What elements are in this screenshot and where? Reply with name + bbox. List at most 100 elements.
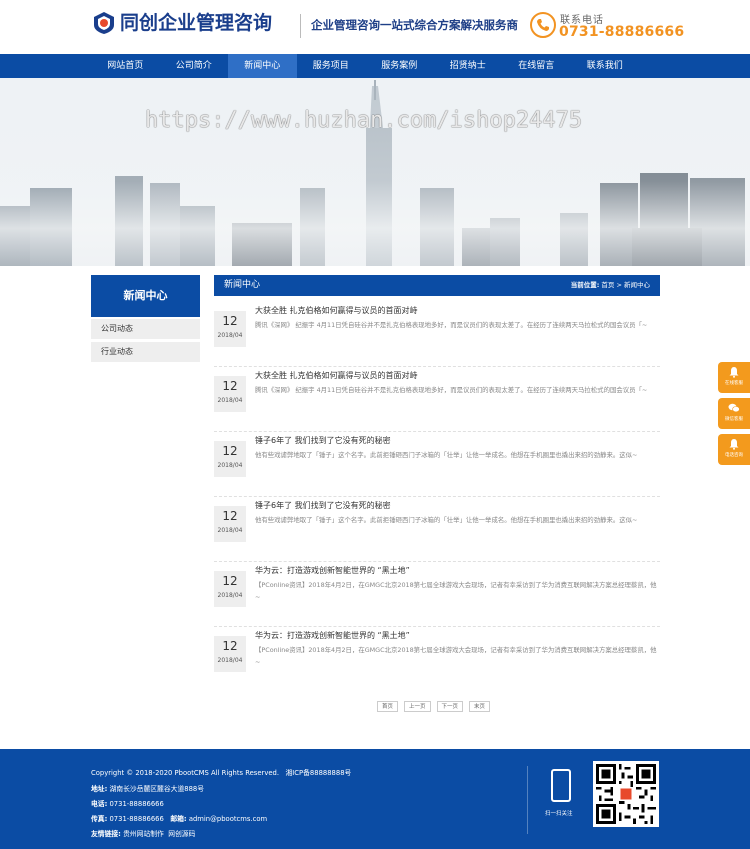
nav-item-home[interactable]: 网站首页 (91, 54, 160, 78)
news-summary: 腾讯《深网》 纪振宇 4月11日凭自硅谷并不是扎克伯格表现地多好，而是议员们的表… (255, 386, 648, 394)
footer-tel-line: 电话: 0731-88886666 (91, 798, 164, 808)
news-item[interactable]: 12 2018/04 华为云：打造游戏创新智能世界的 “黑土地” 【PConli… (214, 562, 660, 627)
content-header: 新闻中心 当前位置: 首页 > 新闻中心 (214, 275, 660, 296)
footer-tel: 0731-88886666 (109, 800, 164, 808)
footer-address-label: 地址: (91, 785, 108, 793)
news-title[interactable]: 华为云：打造游戏创新智能世界的 “黑土地” (255, 630, 410, 641)
news-date: 12 2018/04 (214, 441, 246, 477)
news-year-month: 2018/04 (217, 462, 243, 469)
breadcrumb-current[interactable]: 新闻中心 (624, 281, 650, 289)
breadcrumb: 当前位置: 首页 > 新闻中心 (571, 275, 650, 296)
news-year-month: 2018/04 (217, 527, 243, 534)
pager-last-button[interactable]: 末页 (469, 701, 491, 712)
wechat-icon (728, 403, 740, 413)
footer-links-label: 友情链接: (91, 830, 121, 838)
float-phone-button[interactable]: 电话咨询 (718, 434, 750, 465)
float-label: 在线客服 (725, 381, 743, 386)
news-day: 12 (222, 639, 238, 653)
footer-fax: 0731-88886666 (109, 815, 164, 823)
footer-divider (527, 766, 528, 834)
nav-item-news[interactable]: 新闻中心 (228, 54, 297, 78)
phone-number: 0731-88886666 (559, 24, 685, 40)
qr-code-icon (596, 764, 656, 824)
news-date: 12 2018/04 (214, 506, 246, 542)
sidebar-item-industry-news[interactable]: 行业动态 (91, 342, 200, 362)
nav-item-about[interactable]: 公司简介 (160, 54, 229, 78)
city-skyline-illustration (0, 78, 750, 266)
footer-links-line: 友情链接: 贵州网站制作 网创源码 (91, 828, 195, 838)
site-footer: Copyright © 2018-2020 PbootCMS All Right… (0, 749, 750, 849)
sidebar-item-company-news[interactable]: 公司动态 (91, 319, 200, 339)
news-summary: 【PConline资讯】2018年4月2日，在GMGC北京2018第七届全球游戏… (255, 581, 657, 601)
logo-mark-icon (92, 11, 116, 35)
footer-fax-line: 传真: 0731-88886666 邮箱: admin@pbootcms.com (91, 813, 267, 823)
banner-image: https://www.huzhan.com/ishop24475 (0, 78, 750, 266)
news-date: 12 2018/04 (214, 571, 246, 607)
footer-fax-label: 传真: (91, 815, 108, 823)
main-nav: 网站首页 公司简介 新闻中心 服务项目 服务案例 招贤纳士 在线留言 联系我们 (0, 54, 750, 78)
nav-item-services[interactable]: 服务项目 (297, 54, 366, 78)
news-day: 12 (222, 314, 238, 328)
pager-prev-button[interactable]: 上一页 (404, 701, 431, 712)
news-date: 12 2018/04 (214, 636, 246, 672)
footer-copyright: Copyright © 2018-2020 PbootCMS All Right… (91, 769, 279, 777)
site-logo[interactable]: 同创企业管理咨询 (92, 11, 272, 35)
pager-next-button[interactable]: 下一页 (436, 701, 464, 712)
float-label: 电话咨询 (725, 453, 743, 458)
float-online-service-button[interactable]: 在线客服 (718, 362, 750, 393)
news-item[interactable]: 12 2018/04 大获全胜 扎克伯格如何赢得与议员的首面对峙 腾讯《深网》 … (214, 302, 660, 367)
news-item[interactable]: 12 2018/04 大获全胜 扎克伯格如何赢得与议员的首面对峙 腾讯《深网》 … (214, 367, 660, 432)
footer-copyright-line: Copyright © 2018-2020 PbootCMS All Right… (91, 767, 351, 777)
breadcrumb-separator: > (616, 281, 622, 289)
logo-text: 同创企业管理咨询 (120, 12, 273, 34)
news-date: 12 2018/04 (214, 376, 246, 412)
nav-item-jobs[interactable]: 招贤纳士 (434, 54, 503, 78)
header-slogan: 企业管理咨询一站式综合方案解决服务商 (311, 18, 518, 32)
news-title[interactable]: 锤子6年了 我们找到了它没有死的秘密 (255, 435, 391, 446)
news-title[interactable]: 锤子6年了 我们找到了它没有死的秘密 (255, 500, 391, 511)
mobile-phone-icon (551, 769, 571, 802)
footer-email-label: 邮箱: (170, 815, 187, 823)
footer-address: 湖南长沙岳麓区麓谷大道888号 (109, 785, 205, 793)
pager-first-button[interactable]: 首页 (377, 701, 399, 712)
pagination: 首页 上一页 下一页 末页 (377, 701, 496, 712)
nav-item-message[interactable]: 在线留言 (502, 54, 571, 78)
footer-address-line: 地址: 湖南长沙岳麓区麓谷大道888号 (91, 783, 204, 793)
nav-item-contact[interactable]: 联系我们 (571, 54, 640, 78)
site-header: 同创企业管理咨询 企业管理咨询一站式综合方案解决服务商 联系电话 0731-88… (0, 0, 750, 54)
breadcrumb-home-link[interactable]: 首页 (601, 281, 614, 289)
footer-link[interactable]: 贵州网站制作 (123, 830, 164, 838)
float-label: 微信客服 (725, 417, 743, 422)
news-title[interactable]: 华为云：打造游戏创新智能世界的 “黑土地” (255, 565, 410, 576)
news-summary: 他有些戏谑弊地取了「锤子」这个名字。此前拒锤砸西门子冰箱的「壮举」让他一举成名。… (255, 451, 638, 459)
news-year-month: 2018/04 (217, 657, 243, 664)
phone-icon (729, 439, 739, 450)
footer-scan-label: 扫一扫关注 (545, 811, 573, 817)
news-item[interactable]: 12 2018/04 华为云：打造游戏创新智能世界的 “黑土地” 【PConli… (214, 627, 660, 692)
qr-code (593, 761, 659, 827)
footer-link[interactable]: 网创源码 (168, 830, 195, 838)
banner-watermark: https://www.huzhan.com/ishop24475 (145, 108, 583, 133)
news-summary: 【PConline资讯】2018年4月2日，在GMGC北京2018第七届全球游戏… (255, 646, 657, 666)
news-title[interactable]: 大获全胜 扎克伯格如何赢得与议员的首面对峙 (255, 305, 418, 316)
news-item[interactable]: 12 2018/04 锤子6年了 我们找到了它没有死的秘密 他有些戏谑弊地取了「… (214, 432, 660, 497)
nav-item-cases[interactable]: 服务案例 (365, 54, 434, 78)
news-item[interactable]: 12 2018/04 锤子6年了 我们找到了它没有死的秘密 他有些戏谑弊地取了「… (214, 497, 660, 562)
footer-icp-link[interactable]: 湘ICP备88888888号 (285, 769, 351, 777)
news-date: 12 2018/04 (214, 311, 246, 347)
news-day: 12 (222, 574, 238, 588)
breadcrumb-label: 当前位置: (570, 281, 600, 289)
news-title[interactable]: 大获全胜 扎克伯格如何赢得与议员的首面对峙 (255, 370, 418, 381)
news-day: 12 (222, 379, 238, 393)
footer-email[interactable]: admin@pbootcms.com (189, 815, 267, 823)
header-divider (300, 14, 301, 38)
news-year-month: 2018/04 (217, 592, 243, 599)
float-wechat-button[interactable]: 微信客服 (718, 398, 750, 429)
news-year-month: 2018/04 (217, 397, 243, 404)
news-year-month: 2018/04 (217, 332, 243, 339)
phone-icon (530, 12, 556, 38)
content-title: 新闻中心 (224, 280, 261, 290)
sidebar-title: 新闻中心 (91, 275, 200, 317)
news-day: 12 (222, 509, 238, 523)
news-day: 12 (222, 444, 238, 458)
